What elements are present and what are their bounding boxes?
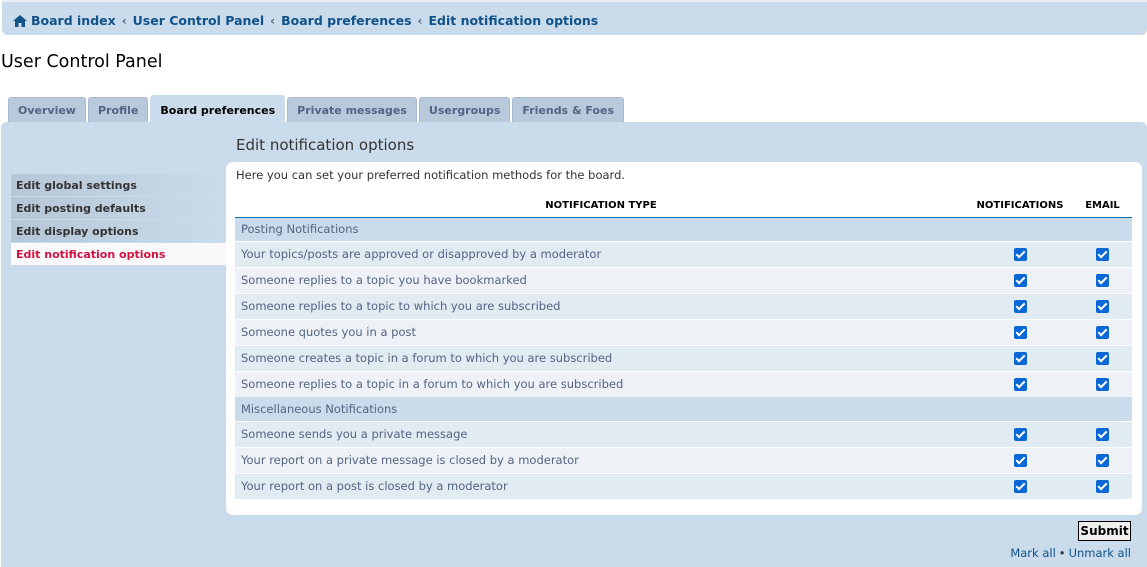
notification-label: Someone replies to a topic you have book… [235,266,967,293]
breadcrumb-user-control-panel[interactable]: User Control Panel [133,13,265,28]
mark-links: Mark all • Unmark all [1010,546,1131,560]
notification-label: Someone creates a topic in a forum to wh… [235,344,967,371]
table-row: Your report on a post is closed by a mod… [235,472,1132,499]
column-header-type: NOTIFICATION TYPE [235,195,967,218]
notifications-checkbox[interactable] [1013,326,1027,339]
email-cell [1073,292,1132,319]
breadcrumb-separator: ‹ [121,13,127,28]
notifications-cell [967,446,1073,473]
sidemenu-item-global-settings[interactable]: Edit global settings [11,174,226,196]
notifications-cell [967,240,1073,267]
email-cell [1073,420,1132,447]
table-row: Your report on a private message is clos… [235,446,1132,473]
email-cell [1073,472,1132,499]
notifications-cell [967,266,1073,293]
group-title: Miscellaneous Notifications [235,397,1132,421]
table-header-row: NOTIFICATION TYPE NOTIFICATIONS EMAIL [235,195,1132,218]
notifications-cell [967,370,1073,397]
tab-private-messages[interactable]: Private messages [287,97,417,123]
notifications-cell [967,472,1073,499]
group-title: Posting Notifications [235,217,1132,241]
notification-label: Someone replies to a topic to which you … [235,292,967,319]
mark-all-link[interactable]: Mark all [1010,546,1055,560]
email-checkbox[interactable] [1096,480,1109,494]
tab-friends-foes[interactable]: Friends & Foes [512,97,624,123]
table-row: Someone replies to a topic to which you … [235,292,1132,319]
page-title: User Control Panel [1,52,163,72]
email-cell [1073,240,1132,267]
notification-label: Your topics/posts are approved or disapp… [235,240,967,267]
breadcrumb-board-index[interactable]: Board index [31,13,116,28]
notification-label: Your report on a post is closed by a mod… [235,472,967,499]
sidemenu-item-display-options[interactable]: Edit display options [11,220,226,242]
notifications-checkbox[interactable] [1013,454,1027,467]
email-checkbox[interactable] [1096,428,1109,441]
notifications-checkbox[interactable] [1013,248,1027,261]
notifications-checkbox[interactable] [1013,428,1027,441]
breadcrumb-edit-notification-options[interactable]: Edit notification options [428,13,598,28]
notifications-cell [967,420,1073,447]
tab-usergroups[interactable]: Usergroups [418,97,511,123]
notifications-cell [967,292,1073,319]
notification-label: Someone replies to a topic in a forum to… [235,370,967,397]
submit-button[interactable]: Submit [1078,521,1131,541]
table-row: Your topics/posts are approved or disapp… [235,240,1132,267]
table-row: Someone creates a topic in a forum to wh… [235,344,1132,371]
group-row: Posting Notifications [235,217,1132,241]
notification-table: NOTIFICATION TYPE NOTIFICATIONS EMAIL Po… [235,195,1132,499]
notification-options-box: Here you can set your preferred notifica… [226,162,1142,515]
tab-profile[interactable]: Profile [87,97,149,123]
table-row: Someone sends you a private message [235,420,1132,447]
email-checkbox[interactable] [1096,352,1109,365]
notifications-checkbox[interactable] [1013,300,1027,313]
breadcrumb: Board index ‹ User Control Panel ‹ Board… [13,13,598,28]
email-cell [1073,266,1132,293]
group-row: Miscellaneous Notifications [235,397,1132,421]
notifications-checkbox[interactable] [1013,274,1027,287]
email-checkbox[interactable] [1096,378,1109,392]
table-row: Someone replies to a topic you have book… [235,266,1132,293]
email-cell [1073,370,1132,397]
breadcrumb-bar: Board index ‹ User Control Panel ‹ Board… [2,0,1147,35]
breadcrumb-board-preferences[interactable]: Board preferences [281,13,411,28]
email-checkbox[interactable] [1096,326,1109,339]
email-checkbox[interactable] [1096,248,1109,261]
notification-label: Someone quotes you in a post [235,318,967,345]
notification-label: Someone sends you a private message [235,420,967,447]
sidemenu-item-posting-defaults[interactable]: Edit posting defaults [11,197,226,219]
column-header-notifications: NOTIFICATIONS [967,195,1073,218]
notifications-checkbox[interactable] [1013,378,1027,392]
email-checkbox[interactable] [1096,300,1109,313]
breadcrumb-separator: ‹ [417,13,423,28]
sidemenu-item-notification-options[interactable]: Edit notification options [11,243,226,265]
content-heading: Edit notification options [236,136,415,154]
intro-text: Here you can set your preferred notifica… [236,168,626,182]
table-row: Someone replies to a topic in a forum to… [235,370,1132,397]
column-header-email: EMAIL [1073,195,1132,218]
notifications-cell [967,344,1073,371]
email-cell [1073,318,1132,345]
tab-board-preferences[interactable]: Board preferences [150,95,286,124]
table-row: Someone quotes you in a post [235,318,1132,345]
notifications-cell [967,318,1073,345]
notification-table-body: Posting Notifications Your topics/posts a… [235,217,1132,499]
email-cell [1073,446,1132,473]
unmark-all-link[interactable]: Unmark all [1069,546,1131,560]
tab-bar: Overview Profile Board preferences Priva… [8,95,626,124]
email-checkbox[interactable] [1096,274,1109,287]
separator-dot: • [1058,546,1066,560]
notifications-checkbox[interactable] [1013,480,1027,494]
email-checkbox[interactable] [1096,454,1109,467]
email-cell [1073,344,1132,371]
breadcrumb-separator: ‹ [270,13,276,28]
tab-overview[interactable]: Overview [8,97,86,123]
notifications-checkbox[interactable] [1013,352,1027,365]
home-icon[interactable] [13,14,27,27]
notification-label: Your report on a private message is clos… [235,446,967,473]
side-menu: Edit global settings Edit posting defaul… [11,174,226,266]
